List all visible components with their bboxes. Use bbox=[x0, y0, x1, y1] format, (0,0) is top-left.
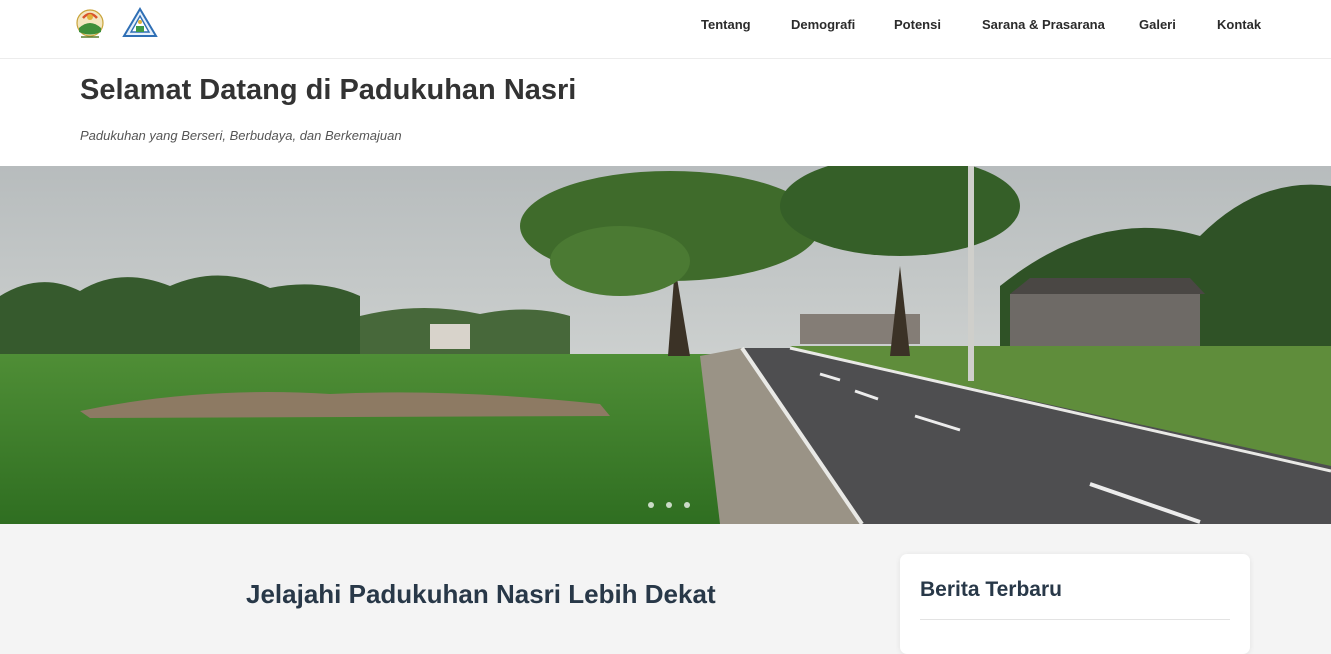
carousel-dot-3[interactable] bbox=[684, 502, 690, 508]
nav-item-demografi[interactable]: Demografi bbox=[791, 17, 855, 32]
village-emblem-icon[interactable] bbox=[74, 6, 106, 42]
explore-section-title: Jelajahi Padukuhan Nasri Lebih Dekat bbox=[246, 579, 716, 609]
nav-item-tentang[interactable]: Tentang bbox=[701, 17, 751, 32]
nav-item-galeri[interactable]: Galeri bbox=[1139, 17, 1176, 32]
triangle-emblem-icon[interactable] bbox=[122, 7, 158, 39]
hero-carousel[interactable] bbox=[0, 166, 1331, 524]
divider bbox=[920, 619, 1230, 620]
carousel-dot-2[interactable] bbox=[666, 502, 672, 508]
nav-item-potensi[interactable]: Potensi bbox=[894, 17, 941, 32]
carousel-dot-1[interactable] bbox=[648, 502, 654, 508]
hero-photo bbox=[0, 166, 1331, 524]
latest-news-title: Berita Terbaru bbox=[920, 578, 1062, 601]
navbar: Tentang Demografi Potensi Sarana & Prasa… bbox=[0, 0, 1331, 59]
page-title: Selamat Datang di Padukuhan Nasri bbox=[80, 74, 577, 106]
latest-news-card: Berita Terbaru bbox=[900, 554, 1250, 654]
tagline: Padukuhan yang Berseri, Berbudaya, dan B… bbox=[80, 128, 402, 143]
nav-item-kontak[interactable]: Kontak bbox=[1217, 17, 1261, 32]
nav-item-sarana-prasarana[interactable]: Sarana & Prasarana bbox=[982, 17, 1105, 32]
